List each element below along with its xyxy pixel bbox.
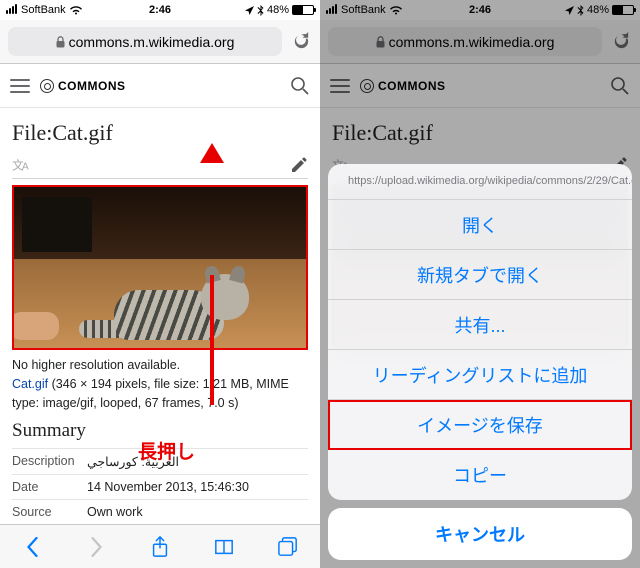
sheet-copy[interactable]: コピー [328, 450, 632, 500]
lock-icon [376, 36, 385, 48]
no-higher-text: No higher resolution available. [12, 358, 180, 372]
sheet-reading-list[interactable]: リーディングリストに追加 [328, 350, 632, 400]
sheet-share[interactable]: 共有... [328, 300, 632, 350]
url-bar: commons.m.wikimedia.org [0, 20, 320, 64]
status-bar: SoftBank 2:46 48% [0, 0, 320, 20]
commons-logo-icon [40, 79, 54, 93]
translate-icon[interactable]: 文A [12, 157, 32, 173]
forward-button[interactable] [83, 534, 109, 560]
site-logo[interactable]: COMMONS [40, 79, 126, 93]
tabs-button[interactable] [275, 534, 301, 560]
sheet-url: https://upload.wikimedia.org/wikipedia/c… [328, 164, 632, 200]
address-field[interactable]: commons.m.wikimedia.org [8, 27, 282, 56]
tool-row: 文A [12, 152, 308, 179]
search-button [610, 76, 630, 96]
svg-text:A: A [22, 162, 29, 173]
logo-text: COMMONS [58, 79, 126, 93]
lock-icon [56, 36, 65, 48]
file-image[interactable] [12, 185, 308, 350]
share-button[interactable] [147, 534, 173, 560]
sheet-save-image[interactable]: イメージを保存 [328, 400, 632, 450]
longpress-label-annotation: 長押し [138, 437, 195, 464]
table-row: SourceOwn work [12, 499, 308, 524]
file-meta: (346 × 194 pixels, file size: 1.21 MB, M… [12, 377, 289, 410]
site-header: COMMONS [320, 64, 640, 108]
status-bar: SoftBank 2:46 48% [320, 0, 640, 20]
page-title: File:Cat.gif [332, 120, 628, 146]
edit-icon[interactable] [290, 156, 308, 174]
back-button[interactable] [19, 534, 45, 560]
menu-button[interactable] [10, 79, 30, 93]
site-logo: COMMONS [360, 79, 446, 93]
clock: 2:46 [320, 4, 640, 16]
file-caption: No higher resolution available. Cat.gif … [12, 356, 308, 412]
bookmarks-button[interactable] [211, 534, 237, 560]
url-bar: commons.m.wikimedia.org [320, 20, 640, 64]
search-button[interactable] [290, 76, 310, 96]
clock: 2:46 [0, 4, 320, 16]
address-field: commons.m.wikimedia.org [328, 27, 602, 56]
left-screenshot: SoftBank 2:46 48% commons.m.wikimedia.or… [0, 0, 320, 568]
file-link[interactable]: Cat.gif [12, 377, 48, 391]
table-row: Date14 November 2013, 15:46:30 [12, 474, 308, 499]
action-sheet: https://upload.wikimedia.org/wikipedia/c… [328, 164, 632, 560]
sheet-cancel[interactable]: キャンセル [328, 508, 632, 560]
right-screenshot: SoftBank 2:46 48% commons.m.wikimedia.or… [320, 0, 640, 568]
page-content: File:Cat.gif 文A No higher resolution ava… [0, 108, 320, 532]
menu-button [330, 79, 350, 93]
url-text: commons.m.wikimedia.org [69, 34, 235, 50]
sheet-open-new-tab[interactable]: 新規タブで開く [328, 250, 632, 300]
reload-button [610, 31, 632, 53]
sheet-open[interactable]: 開く [328, 200, 632, 250]
safari-toolbar [0, 524, 320, 568]
battery-icon [612, 5, 634, 15]
battery-icon [292, 5, 314, 15]
url-text: commons.m.wikimedia.org [389, 34, 555, 50]
reload-button[interactable] [290, 31, 312, 53]
page-title: File:Cat.gif [12, 120, 308, 146]
site-header: COMMONS [0, 64, 320, 108]
